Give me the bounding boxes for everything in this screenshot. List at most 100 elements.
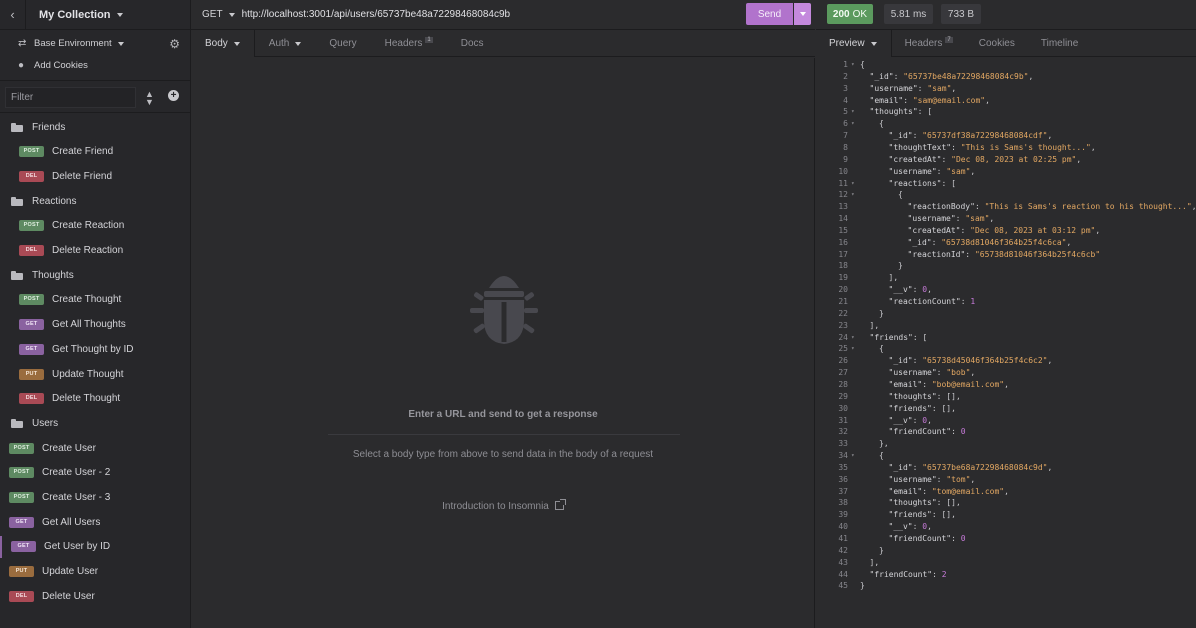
- request-delete-friend[interactable]: DEL Delete Friend: [0, 165, 190, 187]
- request-create-user[interactable]: POST Create User: [0, 437, 190, 459]
- environment-selector[interactable]: ⇄ Base Environment: [18, 38, 124, 49]
- code-token: "username": [888, 474, 937, 484]
- collection-title[interactable]: My Collection: [39, 9, 123, 21]
- response-tab-timeline[interactable]: Timeline: [1028, 30, 1091, 57]
- code-token: :: [960, 297, 971, 306]
- request-create-user-2[interactable]: POST Create User - 2: [0, 462, 190, 484]
- fold-arrow-icon[interactable]: ▾: [851, 106, 855, 118]
- folder-icon: [11, 122, 24, 132]
- request-create-reaction[interactable]: POST Create Reaction: [0, 215, 190, 237]
- code-token: "email": [869, 95, 904, 105]
- url-input[interactable]: http://localhost:3001/api/users/65737be4…: [242, 9, 511, 20]
- gear-icon[interactable]: ⚙: [169, 37, 180, 51]
- request-create-friend[interactable]: POST Create Friend: [0, 141, 190, 163]
- response-tab-preview[interactable]: Preview: [816, 30, 892, 57]
- code-token: 1: [970, 297, 976, 306]
- empty-state-title: Enter a URL and send to get a response: [408, 409, 598, 420]
- request-update-thought[interactable]: PUT Update Thought: [0, 363, 190, 385]
- folder-users[interactable]: Users: [0, 412, 190, 434]
- request-delete-reaction[interactable]: DEL Delete Reaction: [0, 240, 190, 262]
- request-delete-user[interactable]: DEL Delete User: [0, 585, 190, 607]
- code-token: "65737df38a72298468084cdf": [922, 131, 1048, 141]
- request-tab-body[interactable]: Body: [191, 30, 255, 57]
- chevron-down-icon: [799, 12, 806, 16]
- line-number: 1: [843, 60, 848, 69]
- code-token: }: [860, 581, 865, 591]
- send-button[interactable]: Send: [746, 3, 793, 25]
- request-get-user-by-id[interactable]: GET Get User by ID: [0, 535, 190, 558]
- code-line: 28 "email": "bob@email.com",: [816, 379, 1196, 391]
- method-selector[interactable]: GET: [202, 9, 235, 20]
- code-text: "_id": "65738d81046f364b25f4c6ca",: [908, 237, 1072, 249]
- fold-arrow-icon[interactable]: ▾: [851, 59, 855, 71]
- request-tab-query[interactable]: Query: [315, 30, 370, 57]
- code-line: 3 "username": "sam",: [816, 83, 1196, 95]
- line-number: 11: [838, 178, 848, 188]
- folder-friends[interactable]: Friends: [0, 116, 190, 138]
- request-update-user[interactable]: PUT Update User: [0, 561, 190, 583]
- code-text: "reactionCount": 1: [889, 296, 976, 308]
- code-text: ],: [870, 320, 880, 332]
- code-token: "tom": [946, 474, 971, 484]
- request-get-all-thoughts[interactable]: GET Get All Thoughts: [0, 314, 190, 336]
- code-text: "createdAt": "Dec 08, 2023 at 02:25 pm",: [889, 154, 1082, 166]
- line-number: 4: [843, 95, 848, 105]
- code-token: "_id": [907, 237, 932, 247]
- request-tab-docs[interactable]: Docs: [447, 30, 498, 57]
- fold-arrow-icon[interactable]: ▾: [851, 189, 855, 201]
- request-create-user-3[interactable]: POST Create User - 3: [0, 487, 190, 509]
- code-line: 17 "reactionId": "65738d81046f364b25f4c6c…: [816, 249, 1196, 261]
- code-token: :: [903, 95, 913, 105]
- code-token: "friends": [888, 510, 932, 520]
- folder-label: Reactions: [32, 195, 77, 207]
- code-token: :: [936, 166, 947, 176]
- request-tab-auth[interactable]: Auth: [255, 30, 316, 57]
- code-token: ,: [927, 415, 932, 425]
- request-label: Delete Reaction: [52, 245, 124, 256]
- response-tab-cookies[interactable]: Cookies: [966, 30, 1028, 57]
- request-delete-thought[interactable]: DEL Delete Thought: [0, 388, 190, 410]
- folder-thoughts[interactable]: Thoughts: [0, 264, 190, 286]
- code-text: "__v": 0,: [889, 521, 932, 533]
- code-token: ,: [970, 166, 976, 176]
- code-line: 11 ▾ "reactions": [: [816, 178, 1196, 190]
- response-tab-headers[interactable]: Headers 7: [892, 30, 966, 57]
- line-number: 37: [838, 486, 848, 496]
- fold-arrow-icon[interactable]: ▾: [851, 178, 855, 190]
- method-badge: PUT: [9, 566, 34, 578]
- folder-label: Users: [32, 417, 59, 429]
- response-preview[interactable]: 1 ▾{2 "_id": "65737be48a72298468084c9b", 3 "…: [816, 58, 1196, 628]
- folder-icon: [11, 270, 24, 280]
- chevron-left-icon[interactable]: ‹: [0, 0, 26, 30]
- code-token: "email": [888, 486, 923, 496]
- tab-label: Headers: [904, 38, 943, 49]
- fold-arrow-icon[interactable]: ▾: [851, 343, 855, 355]
- code-token: "65737be48a72298468084c9b": [903, 71, 1029, 81]
- environment-label: Base Environment: [34, 38, 112, 49]
- intro-link[interactable]: Introduction to Insomnia: [191, 499, 815, 512]
- folder-reactions[interactable]: Reactions: [0, 190, 190, 212]
- code-token: "sam": [946, 166, 971, 176]
- filter-bar: ▲▼ +: [0, 81, 190, 113]
- code-token: :: [912, 285, 923, 295]
- swap-icon: ⇄: [18, 38, 27, 49]
- intro-link-label: Introduction to Insomnia: [442, 501, 549, 512]
- add-cookies-button[interactable]: ● Add Cookies: [18, 60, 88, 71]
- request-create-thought[interactable]: POST Create Thought: [0, 289, 190, 311]
- code-token: "_id": [869, 71, 894, 81]
- request-tab-headers[interactable]: Headers 1: [371, 30, 447, 57]
- plus-circle-icon[interactable]: +: [168, 90, 179, 101]
- request-get-all-users[interactable]: GET Get All Users: [0, 511, 190, 533]
- code-text: "reactionBody": "This is Sams's reaction…: [908, 201, 1196, 213]
- code-text: "friends": [: [870, 332, 928, 344]
- tab-label: Docs: [460, 38, 484, 49]
- fold-arrow-icon[interactable]: ▾: [851, 450, 855, 462]
- filter-input[interactable]: [5, 87, 136, 108]
- fold-arrow-icon[interactable]: ▾: [851, 332, 855, 344]
- send-options-button[interactable]: [794, 3, 811, 25]
- sort-icon[interactable]: ▲ ▼: [145, 90, 154, 107]
- request-get-thought-by-id[interactable]: GET Get Thought by ID: [0, 338, 190, 360]
- code-line: 42}: [816, 545, 1196, 557]
- code-text: }: [879, 545, 884, 557]
- fold-arrow-icon[interactable]: ▾: [851, 118, 855, 130]
